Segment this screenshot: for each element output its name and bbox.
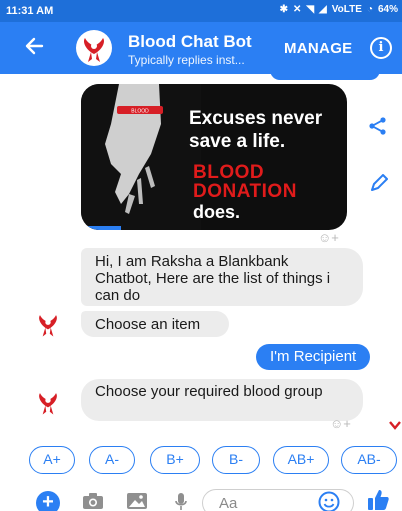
status-icons: ✱ ✕ ◥ ◢ VoLTE ◔ 64% bbox=[280, 4, 398, 15]
edit-icon[interactable] bbox=[368, 172, 390, 199]
bot-avatar[interactable] bbox=[32, 386, 64, 418]
bot-avatar[interactable] bbox=[76, 30, 112, 66]
plus-icon[interactable]: + bbox=[36, 491, 60, 511]
camera-icon[interactable] bbox=[82, 492, 104, 511]
thumbs-up-icon[interactable] bbox=[366, 488, 390, 511]
arrow-left-icon[interactable] bbox=[24, 36, 44, 60]
hand-image: BLOOD bbox=[81, 84, 201, 230]
composer: + bbox=[0, 481, 402, 511]
microphone-icon[interactable] bbox=[174, 492, 188, 511]
bot-subtitle: Typically replies inst... bbox=[128, 53, 245, 67]
manage-button[interactable]: MANAGE bbox=[284, 40, 352, 57]
image-text-line-2: save a life. bbox=[189, 131, 286, 152]
image-progress-bar bbox=[81, 226, 121, 230]
quick-replies: A+ A- B+ B- AB+ AB- bbox=[0, 444, 402, 478]
quick-reply-ab-positive[interactable]: AB+ bbox=[273, 446, 329, 474]
image-text-line-5: does. bbox=[193, 202, 241, 222]
previous-message-bubble bbox=[270, 74, 380, 80]
mute-icon: ✕ bbox=[292, 4, 302, 15]
bot-avatar[interactable] bbox=[32, 308, 64, 340]
bot-name[interactable]: Blood Chat Bot bbox=[128, 32, 252, 52]
bot-avatar-partial bbox=[388, 420, 402, 439]
campaign-image[interactable]: BLOOD Excuses never save a life. BLOOD D… bbox=[81, 84, 347, 230]
bot-message-blood-group: Choose your required blood group bbox=[81, 379, 363, 421]
quick-reply-a-negative[interactable]: A- bbox=[89, 446, 135, 474]
info-icon[interactable]: i bbox=[370, 37, 392, 59]
emoji-icon[interactable] bbox=[318, 491, 340, 511]
battery-icon: ◔ bbox=[366, 4, 373, 15]
wristband-text: BLOOD bbox=[131, 109, 149, 115]
bot-message-choose: Choose an item bbox=[81, 311, 229, 337]
app-bar: Blood Chat Bot Typically replies inst...… bbox=[0, 22, 402, 74]
signal-icon: ◢ bbox=[319, 4, 327, 15]
chat-area[interactable]: BLOOD Excuses never save a life. BLOOD D… bbox=[0, 74, 402, 481]
image-icon[interactable] bbox=[126, 492, 148, 511]
battery-label: 64% bbox=[377, 4, 398, 15]
bot-message-intro: Hi, I am Raksha a Blankbank Chatbot, Her… bbox=[81, 248, 363, 306]
quick-reply-b-negative[interactable]: B- bbox=[212, 446, 260, 474]
status-time: 11:31 AM bbox=[6, 5, 54, 17]
quick-reply-a-positive[interactable]: A+ bbox=[29, 446, 75, 474]
quick-reply-b-positive[interactable]: B+ bbox=[150, 446, 200, 474]
status-bar: 11:31 AM ✱ ✕ ◥ ◢ VoLTE ◔ 64% bbox=[0, 0, 402, 22]
wifi-icon: ◥ bbox=[306, 4, 315, 15]
image-text-line-4: DONATION bbox=[193, 181, 297, 202]
react-icon[interactable]: ☺+ bbox=[318, 230, 339, 245]
share-icon[interactable] bbox=[368, 116, 388, 141]
bluetooth-icon: ✱ bbox=[279, 4, 288, 15]
image-text-line-1: Excuses never bbox=[189, 108, 323, 129]
network-label: VoLTE bbox=[331, 4, 362, 15]
user-message: I'm Recipient bbox=[256, 344, 371, 370]
quick-reply-ab-negative[interactable]: AB- bbox=[341, 446, 397, 474]
react-icon[interactable]: ☺+ bbox=[330, 416, 351, 431]
